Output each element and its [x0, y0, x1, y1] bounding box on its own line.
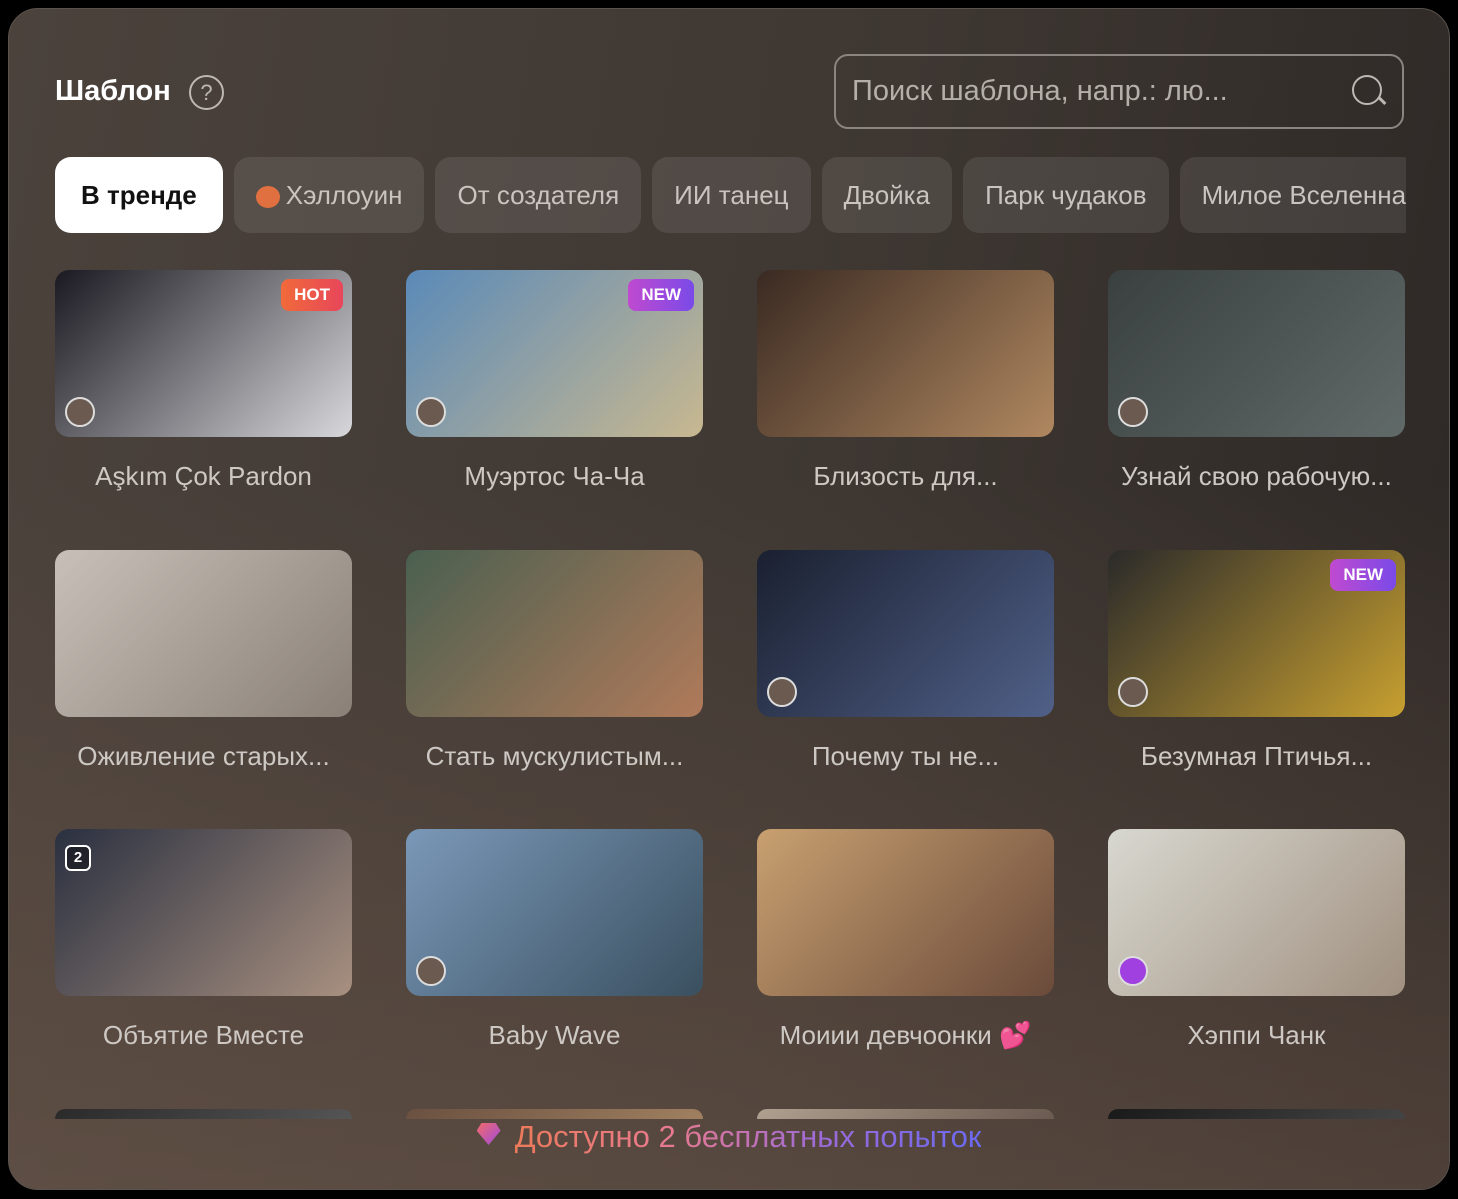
- creator-avatar: [416, 956, 446, 986]
- template-card[interactable]: HOT Aşkım Çok Pardon: [55, 270, 352, 492]
- template-thumbnail[interactable]: [55, 549, 352, 717]
- template-grid[interactable]: HOT Aşkım Çok Pardon NEW Муэртос Ча-Ча Близо…: [55, 270, 1406, 1119]
- template-title: Моиии девчоонки 💕: [779, 1020, 1032, 1050]
- pumpkin-icon: [255, 186, 280, 208]
- gem-icon: [476, 1123, 501, 1145]
- tab-label: От создателя: [457, 179, 620, 210]
- tab-label: Двойка: [843, 179, 931, 210]
- photo-count-badge: 2: [65, 845, 91, 871]
- tab-4[interactable]: Двойка: [821, 157, 953, 233]
- tab-0[interactable]: В тренде: [55, 157, 223, 233]
- template-title: Узнай свою рабочую...: [1121, 461, 1392, 491]
- creator-avatar: [416, 397, 446, 427]
- tab-5[interactable]: Парк чудаков: [963, 157, 1169, 233]
- template-card[interactable]: [55, 1108, 352, 1119]
- tab-label: ИИ танец: [674, 179, 789, 210]
- template-thumbnail[interactable]: [757, 549, 1054, 717]
- template-thumbnail[interactable]: [1108, 270, 1405, 437]
- template-thumbnail[interactable]: [1108, 1108, 1405, 1119]
- template-card[interactable]: 2 Объятие Вместе: [55, 829, 352, 1051]
- template-thumbnail[interactable]: [406, 829, 703, 996]
- creator-avatar: [767, 676, 797, 707]
- template-card[interactable]: [1108, 1108, 1405, 1119]
- template-card[interactable]: NEW Безумная Птичья...: [1108, 549, 1405, 772]
- tab-1[interactable]: Хэллоуин: [233, 157, 425, 233]
- search-input[interactable]: [852, 75, 1352, 108]
- template-title: Безумная Птичья...: [1140, 740, 1373, 771]
- template-card[interactable]: Узнай свою рабочую...: [1108, 270, 1405, 492]
- template-card[interactable]: Хэппи Чанк: [1108, 829, 1405, 1051]
- template-title: Стать мускулистым...: [425, 740, 684, 771]
- tab-label: Парк чудаков: [985, 179, 1147, 210]
- template-thumbnail[interactable]: HOT: [55, 270, 352, 437]
- search-box[interactable]: [834, 54, 1404, 129]
- template-title: Муэртос Ча-Ча: [464, 461, 645, 491]
- template-card[interactable]: [406, 1108, 703, 1119]
- template-title: Aşkım Çok Pardon: [95, 461, 312, 491]
- template-card[interactable]: [757, 1108, 1054, 1119]
- template-title: Оживление старых...: [77, 740, 330, 771]
- template-title: Объятие Вместе: [102, 1020, 305, 1050]
- template-card[interactable]: Оживление старых...: [55, 549, 352, 772]
- template-thumbnail[interactable]: [406, 549, 703, 717]
- template-thumbnail[interactable]: [757, 1108, 1054, 1119]
- template-thumbnail[interactable]: 2: [55, 829, 352, 996]
- template-thumbnail[interactable]: [55, 1108, 352, 1119]
- template-card[interactable]: NEW Муэртос Ча-Ча: [406, 270, 703, 492]
- template-title: Близость для...: [813, 461, 998, 491]
- template-thumbnail[interactable]: [406, 1108, 703, 1119]
- tab-3[interactable]: ИИ танец: [652, 157, 811, 233]
- tab-6[interactable]: Милое Вселенная: [1179, 157, 1406, 233]
- template-title: Хэппи Чанк: [1187, 1020, 1326, 1050]
- creator-avatar: [1118, 676, 1148, 707]
- creator-avatar: [65, 397, 95, 427]
- template-thumbnail[interactable]: NEW: [406, 270, 703, 437]
- dialog-title: Шаблон: [55, 75, 171, 107]
- template-card[interactable]: Стать мускулистым...: [406, 549, 703, 772]
- free-attempts-banner: Доступно 2 бесплатных попыток: [9, 1119, 1449, 1155]
- badge: HOT: [281, 279, 343, 311]
- template-thumbnail[interactable]: [1108, 829, 1405, 996]
- creator-avatar: [1118, 956, 1148, 986]
- tab-label: Хэллоуин: [285, 179, 403, 210]
- creator-avatar: [1118, 397, 1148, 427]
- template-thumbnail[interactable]: [757, 270, 1054, 437]
- category-tabs: В тренде Хэллоуин От создателя ИИ танец Двой…: [55, 157, 1406, 233]
- template-card[interactable]: Почему ты не...: [757, 549, 1054, 772]
- tab-label: В тренде: [81, 179, 197, 210]
- template-thumbnail[interactable]: NEW: [1108, 549, 1405, 717]
- template-card[interactable]: Baby Wave: [406, 829, 703, 1051]
- help-icon[interactable]: ?: [189, 75, 224, 110]
- tab-2[interactable]: От создателя: [435, 157, 642, 233]
- template-card[interactable]: Близость для...: [757, 270, 1054, 492]
- template-card[interactable]: Моиии девчоонки 💕: [757, 829, 1054, 1051]
- search-icon[interactable]: [1352, 74, 1386, 109]
- tab-label: Милое Вселенная: [1201, 179, 1406, 210]
- badge: NEW: [1330, 558, 1396, 591]
- template-dialog: Шаблон ? В тренде Хэллоуин От создателя ИИ …: [8, 8, 1450, 1190]
- template-title: Почему ты не...: [811, 740, 1000, 771]
- badge: NEW: [628, 279, 694, 311]
- template-thumbnail[interactable]: [757, 829, 1054, 996]
- template-title: Baby Wave: [488, 1020, 621, 1050]
